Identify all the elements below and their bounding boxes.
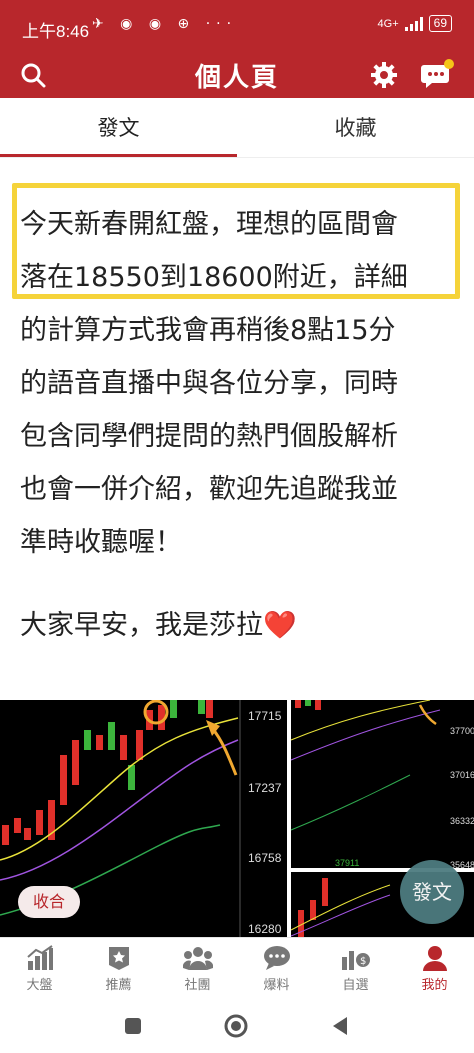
back-icon[interactable]: [326, 1013, 352, 1039]
bottom-nav: 大盤 推薦 社團 爆料 $ 自選 我的: [0, 937, 474, 999]
nav-label: 大盤: [26, 978, 53, 993]
greeting: 大家早安，我是莎拉❤️: [20, 603, 297, 642]
axis-tick: 36332: [450, 816, 474, 826]
nav-label: 推薦: [105, 978, 132, 993]
battery-icon: 69: [428, 15, 452, 32]
chat-icon: [262, 944, 292, 972]
home-icon[interactable]: [223, 1013, 249, 1039]
tab-bar: 發文 收藏: [0, 98, 474, 158]
notification-icons: ✈ ◉ ◉ ⊕ ···: [92, 16, 238, 32]
chat-bubble-icon[interactable]: [420, 58, 454, 92]
group-icon: [182, 944, 213, 972]
nav-item-tips[interactable]: 爆料: [237, 938, 316, 999]
post-line: 落在18550到18600附近，詳細: [20, 262, 408, 293]
nav-item-mine[interactable]: 我的: [395, 938, 474, 999]
heart-icon: ❤️: [263, 610, 297, 641]
nav-label: 自選: [342, 978, 369, 993]
badge-icon: [104, 944, 134, 972]
post-line: 今天新春開紅盤，理想的區間會: [20, 209, 398, 240]
post-line: 也會一併介紹，歡迎先追蹤我並: [20, 474, 398, 505]
tab-posts[interactable]: 發文: [0, 98, 237, 158]
post-line: 的語音直播中與各位分享，同時: [20, 368, 398, 399]
nav-item-community[interactable]: 社團: [158, 938, 237, 999]
axis-tick: 16758: [248, 851, 282, 865]
stocks-icon: $: [341, 944, 371, 972]
status-bar: 上午8:46 ✈ ◉ ◉ ⊕ ··· 4G+ 69: [0, 0, 474, 52]
status-right: 4G+ 69: [378, 15, 452, 32]
gear-icon[interactable]: [367, 58, 401, 92]
tab-favorites[interactable]: 收藏: [237, 98, 474, 158]
tab-indicator: [0, 154, 237, 157]
axis-tick: 16280: [248, 922, 282, 936]
nav-item-watchlist[interactable]: $ 自選: [316, 938, 395, 999]
app-bar: 個人頁: [0, 52, 474, 98]
chart-icon: [25, 944, 55, 972]
collapse-button[interactable]: 收合: [18, 886, 80, 918]
new-post-fab[interactable]: 發文: [400, 860, 464, 924]
greeting-text: 大家早安，我是莎拉: [20, 610, 263, 641]
page-title: 個人頁: [194, 63, 279, 93]
axis-tick: 17237: [248, 781, 282, 795]
nav-label: 社團: [184, 978, 211, 993]
signal-icon: [404, 16, 423, 31]
post-line: 的計算方式我會再稍後8點15分: [20, 315, 396, 346]
recents-icon[interactable]: [120, 1013, 146, 1039]
nav-item-market[interactable]: 大盤: [0, 938, 79, 999]
post-content: 今天新春開紅盤，理想的區間會 落在18550到18600附近，詳細 的計算方式我…: [0, 158, 474, 698]
post-image[interactable]: 17715 17237 16758 16280 37700 37016 3633…: [0, 700, 474, 937]
system-nav: [0, 999, 474, 1053]
nav-label: 我的: [421, 978, 448, 993]
nav-label: 爆料: [263, 978, 290, 993]
svg-text:$: $: [360, 956, 366, 967]
status-time: 上午8:46: [22, 22, 90, 41]
person-icon: [420, 944, 450, 972]
post-line: 包含同學們提問的熱門個股解析: [20, 421, 398, 452]
network-label: 4G+: [377, 17, 399, 30]
post-text: 今天新春開紅盤，理想的區間會 落在18550到18600附近，詳細 的計算方式我…: [20, 198, 460, 569]
axis-tick: 37016: [450, 770, 474, 780]
mini-label: 37911: [335, 858, 359, 868]
post-line: 準時收聽喔！: [20, 527, 182, 558]
axis-tick: 17715: [248, 709, 282, 723]
axis-tick: 37700: [450, 726, 474, 736]
nav-item-recommend[interactable]: 推薦: [79, 938, 158, 999]
